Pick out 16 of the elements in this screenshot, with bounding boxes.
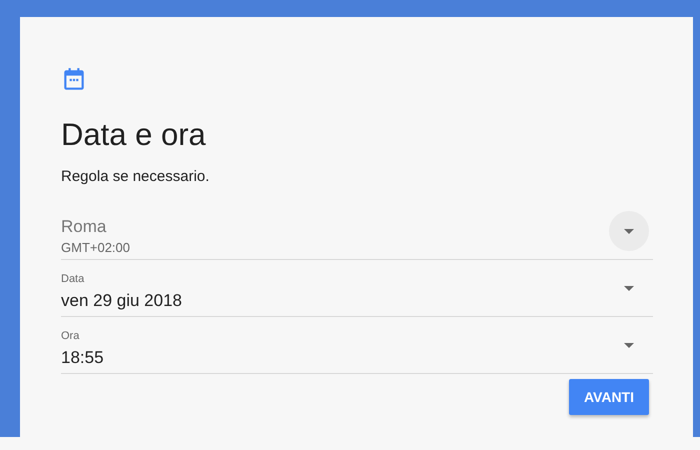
next-button[interactable]: AVANTI bbox=[569, 379, 649, 415]
dropdown-button[interactable] bbox=[609, 211, 649, 251]
caret-icon bbox=[624, 228, 634, 234]
dropdown-field[interactable]: Ora 18:55 bbox=[61, 317, 653, 374]
dropdown-field[interactable]: Data ven 29 giu 2018 bbox=[61, 260, 653, 317]
timezone-dropdown[interactable]: Roma GMT+02:00 bbox=[61, 213, 653, 260]
caret-icon bbox=[624, 286, 634, 290]
timezone-offset: GMT+02:00 bbox=[61, 240, 132, 255]
field-label: Data bbox=[61, 273, 86, 285]
timezone-city: Roma bbox=[61, 217, 108, 237]
field-value: 18:55 bbox=[61, 348, 105, 368]
dialog-title: Data e ora bbox=[61, 117, 207, 153]
field-value: ven 29 giu 2018 bbox=[61, 291, 183, 311]
dialog-subtitle: Regola se necessario. bbox=[61, 168, 210, 185]
caret-icon bbox=[624, 342, 634, 348]
field-label: Ora bbox=[61, 330, 80, 342]
